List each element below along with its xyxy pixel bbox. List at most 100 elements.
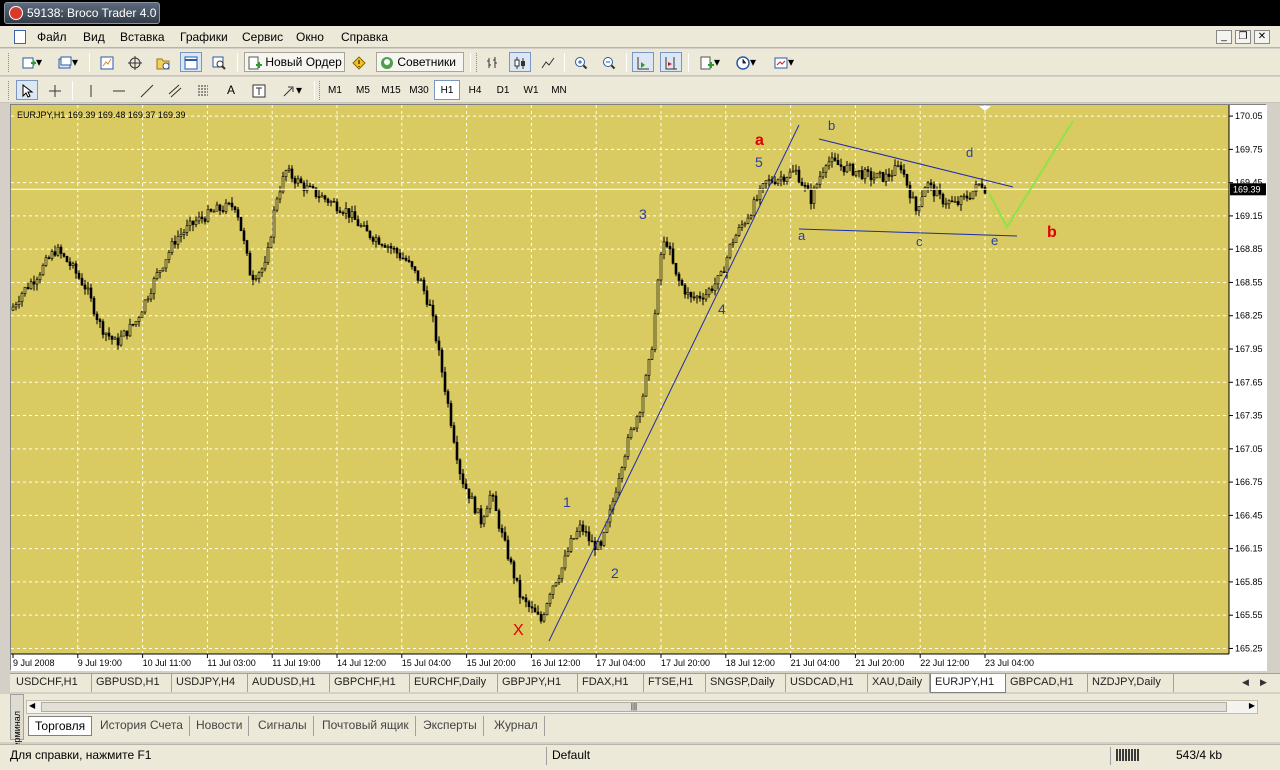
- candle-body: [584, 531, 588, 533]
- candle-body: [590, 540, 594, 543]
- chart-tab-audusd-h1[interactable]: AUDUSD,H1: [248, 674, 330, 692]
- chart-tab-fdax-h1[interactable]: FDAX,H1: [578, 674, 644, 692]
- tab-scroll-left-icon[interactable]: ◀: [1242, 677, 1249, 688]
- chart-tab-eurchf-daily[interactable]: EURCHF,Daily: [410, 674, 498, 692]
- toolbar-grip[interactable]: [8, 81, 11, 100]
- candle-body: [740, 224, 744, 228]
- chart-window[interactable]: 170.05 169.75 169.45 169.15 168.85 168.55 168.…: [10, 104, 1267, 671]
- equidistant-channel-button[interactable]: [164, 80, 186, 100]
- scroll-right-icon[interactable]: ▶: [1249, 701, 1255, 710]
- chart-tab-gbpchf-h1[interactable]: GBPCHF,H1: [330, 674, 410, 692]
- candle-body: [974, 184, 978, 193]
- terminal-tab-signals[interactable]: Сигналы: [252, 716, 314, 736]
- cursor-button[interactable]: [16, 80, 38, 100]
- menu-charts[interactable]: Графики: [180, 30, 228, 44]
- chart-tab-gbpusd-h1[interactable]: GBPUSD,H1: [92, 674, 172, 692]
- terminal-hscrollbar[interactable]: ◀ ||| ▶: [26, 700, 1258, 714]
- trendline-button[interactable]: [136, 80, 158, 100]
- line-chart-button[interactable]: [537, 52, 559, 72]
- menu-insert[interactable]: Вставка: [120, 30, 165, 44]
- menu-view[interactable]: Вид: [83, 30, 105, 44]
- indicators-button[interactable]: ▾: [694, 52, 726, 72]
- plot-area: [11, 105, 1229, 654]
- terminal-tab-news[interactable]: Новости: [190, 716, 250, 736]
- timeframe-m5[interactable]: M5: [350, 80, 376, 100]
- experts-button[interactable]: Советники: [376, 52, 464, 72]
- crosshair-button[interactable]: [44, 80, 66, 100]
- minimize-icon[interactable]: _: [1216, 30, 1232, 44]
- price-tick-label: 165.85: [1235, 577, 1263, 587]
- chart-tab-gbpjpy-h1[interactable]: GBPJPY,H1: [498, 674, 578, 692]
- timeframe-mn[interactable]: MN: [546, 80, 572, 100]
- candlestick-chart-button[interactable]: [509, 52, 531, 72]
- window-title-chip[interactable]: 59138: Broco Trader 4.0: [4, 2, 160, 24]
- arrows-button[interactable]: ▾: [276, 80, 308, 100]
- toolbar-grip[interactable]: [476, 53, 479, 72]
- candle-body: [359, 225, 363, 227]
- text-label-button[interactable]: [248, 80, 270, 100]
- chart-tab-usdchf-h1[interactable]: USDCHF,H1: [12, 674, 92, 692]
- strategy-tester-button[interactable]: [208, 52, 230, 72]
- candle-body: [854, 171, 858, 176]
- price-chart[interactable]: 170.05169.75169.45169.15168.85168.55168.…: [11, 105, 1267, 671]
- chart-tab-eurjpy-h1[interactable]: EURJPY,H1: [930, 674, 1006, 693]
- timeframe-m1[interactable]: M1: [322, 80, 348, 100]
- market-watch-button[interactable]: [96, 52, 118, 72]
- profiles-button[interactable]: ▾: [52, 52, 84, 72]
- candle-body: [716, 275, 720, 285]
- chart-tab-usdcad-h1[interactable]: USDCAD,H1: [786, 674, 868, 692]
- terminal-tab-mailbox[interactable]: Почтовый ящик: [316, 716, 416, 736]
- candle-body: [176, 236, 180, 245]
- menu-file[interactable]: Файл: [37, 30, 67, 44]
- menu-window[interactable]: Окно: [296, 30, 324, 44]
- timeframe-h1[interactable]: H1: [434, 80, 460, 100]
- chart-tab-nzdjpy-daily[interactable]: NZDJPY,Daily: [1088, 674, 1174, 692]
- periods-button[interactable]: ▾: [730, 52, 762, 72]
- new-order-button[interactable]: Новый Ордер: [244, 52, 345, 72]
- timeframe-h4[interactable]: H4: [462, 80, 488, 100]
- menu-help[interactable]: Справка: [341, 30, 388, 44]
- tab-scroll-right-icon[interactable]: ▶: [1260, 677, 1267, 688]
- close-icon[interactable]: ✕: [1254, 30, 1270, 44]
- templates-button[interactable]: ▾: [768, 52, 800, 72]
- autotrading-alert-button[interactable]: [348, 52, 370, 72]
- restore-icon[interactable]: ❐: [1235, 30, 1251, 44]
- terminal-side-handle[interactable]: Терминал: [10, 694, 24, 752]
- data-window-button[interactable]: [124, 52, 146, 72]
- chart-tab-ftse-h1[interactable]: FTSE,H1: [644, 674, 706, 692]
- new-chart-button[interactable]: ▾: [16, 52, 48, 72]
- timeframe-m15[interactable]: M15: [378, 80, 404, 100]
- chart-document-icon[interactable]: [14, 30, 26, 44]
- candle-body: [311, 186, 315, 189]
- terminal-button[interactable]: [180, 52, 202, 72]
- fibonacci-button[interactable]: [192, 80, 214, 100]
- candle-body: [488, 494, 492, 510]
- timeframe-d1[interactable]: D1: [490, 80, 516, 100]
- terminal-tab-journal[interactable]: Журнал: [488, 716, 545, 736]
- zoom-out-button[interactable]: [598, 52, 620, 72]
- timeframe-w1[interactable]: W1: [518, 80, 544, 100]
- chart-tab-xau-daily[interactable]: XAU,Daily: [868, 674, 930, 692]
- candle-body: [779, 176, 783, 181]
- text-button[interactable]: A: [220, 80, 242, 100]
- scroll-thumb[interactable]: |||: [41, 702, 1227, 712]
- timeframe-m30[interactable]: M30: [406, 80, 432, 100]
- candle-body: [662, 241, 666, 255]
- terminal-tab-trade[interactable]: Торговля: [28, 716, 93, 736]
- vertical-line-button[interactable]: [80, 80, 102, 100]
- navigator-button[interactable]: [152, 52, 174, 72]
- chart-tab-usdjpy-h4[interactable]: USDJPY,H4: [172, 674, 248, 692]
- toolbar-grip[interactable]: [8, 53, 11, 72]
- terminal-tab-experts[interactable]: Эксперты: [417, 716, 484, 736]
- terminal-tab-account-history[interactable]: История Счета: [94, 716, 190, 736]
- zoom-in-button[interactable]: [570, 52, 592, 72]
- chart-shift-button[interactable]: [660, 52, 682, 72]
- chart-tab-gbpcad-h1[interactable]: GBPCAD,H1: [1006, 674, 1088, 692]
- bar-chart-button[interactable]: [482, 52, 504, 72]
- chart-tab-sngsp-daily[interactable]: SNGSP,Daily: [706, 674, 786, 692]
- candle-body: [269, 236, 273, 248]
- horizontal-line-button[interactable]: [108, 80, 130, 100]
- menu-tools[interactable]: Сервис: [242, 30, 283, 44]
- auto-scroll-button[interactable]: [632, 52, 654, 72]
- scroll-left-icon[interactable]: ◀: [29, 701, 35, 710]
